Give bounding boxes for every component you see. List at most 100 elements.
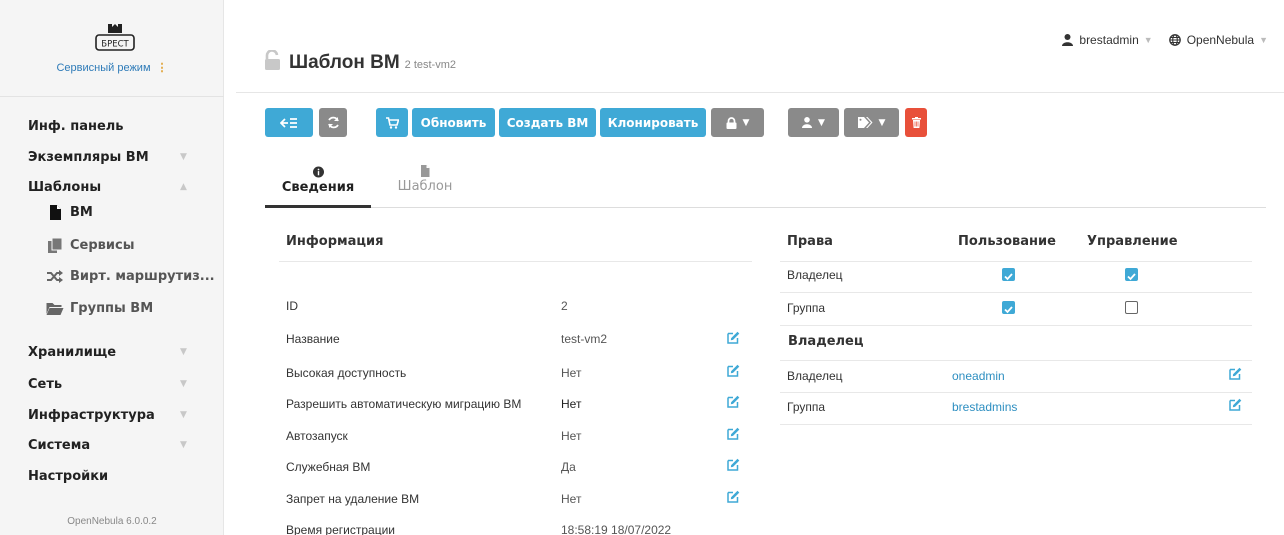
sidebar-item-system[interactable]: Система (28, 438, 90, 453)
chevron-down-icon: ▼ (1143, 35, 1153, 45)
file-icon (50, 205, 61, 220)
info-row-value: Нет (561, 397, 582, 411)
marketplace-button[interactable] (376, 108, 408, 137)
perm-row-label: Владелец (787, 268, 843, 282)
sidebar-item-templates[interactable]: Шаблоны (28, 180, 101, 195)
info-row-label: Служебная ВМ (286, 460, 371, 474)
brest-logo: БРЕСТ (95, 24, 135, 51)
sidebar: БРЕСТ Сервисный режим ⋮ Инф. панель Экзем… (0, 0, 224, 535)
user-menu[interactable]: brestadmin ▼ (1062, 33, 1153, 47)
info-icon (312, 166, 324, 178)
chevron-down-icon: ▼ (180, 440, 187, 450)
group-use-checkbox[interactable] (1002, 301, 1015, 314)
group-link[interactable]: brestadmins (952, 400, 1017, 414)
sidebar-divider (0, 96, 224, 97)
create-vm-button[interactable]: Создать ВМ (499, 108, 596, 137)
zone-menu[interactable]: OpenNebula ▼ (1168, 33, 1268, 47)
sidebar-subitem-label: Группы ВМ (70, 301, 154, 316)
owner-link[interactable]: oneadmin (952, 369, 1005, 383)
edit-icon[interactable] (727, 458, 740, 471)
perm-row-divider (780, 292, 1252, 293)
edit-icon[interactable] (727, 490, 740, 503)
page-subtitle: 2 test-vm2 (404, 59, 457, 71)
sidebar-item-storage[interactable]: Хранилище (28, 345, 116, 360)
edit-icon[interactable] (727, 427, 740, 440)
tab-label: Сведения (281, 180, 355, 195)
labels-dropdown-button[interactable]: ▼ (844, 108, 899, 137)
owner-manage-checkbox[interactable] (1125, 268, 1138, 281)
tab-info[interactable]: Сведения (265, 162, 371, 208)
tab-bar: Сведения Шаблон (265, 162, 1266, 208)
ownership-row-divider (780, 392, 1252, 393)
perm-col-use: Пользование (958, 234, 1056, 249)
service-mode-label[interactable]: Сервисный режим ⋮ (0, 61, 224, 74)
unlock-icon (265, 50, 280, 70)
caret-down-icon: ▼ (878, 117, 886, 128)
clone-button[interactable]: Клонировать (600, 108, 706, 137)
info-row-label: Название (286, 332, 340, 346)
chevron-up-icon: ▲ (180, 182, 187, 192)
perm-col-manage: Управление (1087, 234, 1178, 249)
owner-dropdown-button[interactable]: ▼ (788, 108, 839, 137)
shuffle-icon (47, 270, 63, 283)
back-to-list-button[interactable] (265, 108, 313, 137)
sidebar-subitem-vm[interactable]: ВМ (46, 205, 93, 220)
info-row-value: Нет (561, 429, 582, 443)
info-row-value: Да (561, 460, 576, 474)
check-icon (1004, 273, 1013, 281)
group-manage-checkbox[interactable] (1125, 301, 1138, 314)
caret-down-icon: ▼ (742, 117, 750, 128)
info-row-label: Время регистрации (286, 523, 395, 535)
perm-col-rights: Права (787, 234, 833, 249)
edit-icon[interactable] (1229, 398, 1242, 411)
ownership-section-title: Владелец (788, 334, 864, 349)
info-row-label: ID (286, 299, 298, 313)
sidebar-subitem-vm-groups[interactable]: Группы ВМ (46, 301, 153, 316)
chevron-down-icon: ▼ (180, 152, 187, 162)
edit-icon[interactable] (727, 395, 740, 408)
sidebar-item-settings[interactable]: Настройки (28, 469, 108, 484)
zone-name: OpenNebula (1186, 33, 1255, 47)
info-row-label: Запрет на удаление ВМ (286, 492, 420, 506)
lock-dropdown-button[interactable]: ▼ (711, 108, 764, 137)
delete-button[interactable] (905, 108, 927, 137)
sidebar-subitem-vrouters[interactable]: Вирт. маршрутиз... (46, 269, 215, 284)
chevron-down-icon: ▼ (180, 410, 187, 420)
version-label: OpenNebula 6.0.0.2 (67, 516, 157, 527)
info-row-label: Автозапуск (286, 429, 348, 443)
chevron-down-icon: ▼ (180, 379, 187, 389)
sidebar-subitem-label: Вирт. маршрутиз... (70, 269, 215, 284)
info-row-value: Нет (561, 366, 582, 380)
edit-icon[interactable] (1229, 367, 1242, 380)
sidebar-subitem-services[interactable]: Сервисы (46, 238, 134, 253)
info-section-title: Информация (286, 234, 384, 249)
brand: БРЕСТ Сервисный режим ⋮ (0, 0, 224, 95)
tab-template[interactable]: Шаблон (372, 162, 478, 208)
info-row-value: test-vm2 (561, 332, 608, 346)
sidebar-item-vm-instances[interactable]: Экземпляры ВМ (28, 150, 149, 165)
refresh-button[interactable] (319, 108, 347, 137)
owner-use-checkbox[interactable] (1002, 268, 1015, 281)
ownership-row-label: Группа (787, 400, 826, 414)
sidebar-item-infrastructure[interactable]: Инфраструктура (28, 408, 155, 423)
lock-icon (726, 116, 737, 129)
chevron-down-icon: ▼ (1259, 35, 1268, 45)
info-row-label: Разрешить автоматическую миграцию ВМ (286, 397, 522, 411)
ownership-row-divider (780, 424, 1252, 425)
refresh-icon (327, 116, 339, 129)
user-icon (802, 117, 813, 128)
chevron-down-icon: ▼ (180, 347, 187, 357)
header-divider (236, 92, 1284, 93)
service-mode-text: Сервисный режим (56, 62, 151, 74)
edit-icon[interactable] (727, 364, 740, 377)
sidebar-subitem-label: ВМ (70, 205, 93, 220)
file-icon (421, 165, 430, 177)
edit-icon[interactable] (727, 331, 740, 344)
perm-row-divider (780, 325, 1252, 326)
page-title-text: Шаблон ВМ (289, 52, 400, 73)
sidebar-subitem-label: Сервисы (70, 238, 135, 253)
update-button[interactable]: Обновить (412, 108, 495, 137)
sidebar-item-dashboard[interactable]: Инф. панель (28, 119, 124, 134)
user-name: brestadmin (1079, 33, 1139, 47)
sidebar-item-network[interactable]: Сеть (28, 377, 62, 392)
